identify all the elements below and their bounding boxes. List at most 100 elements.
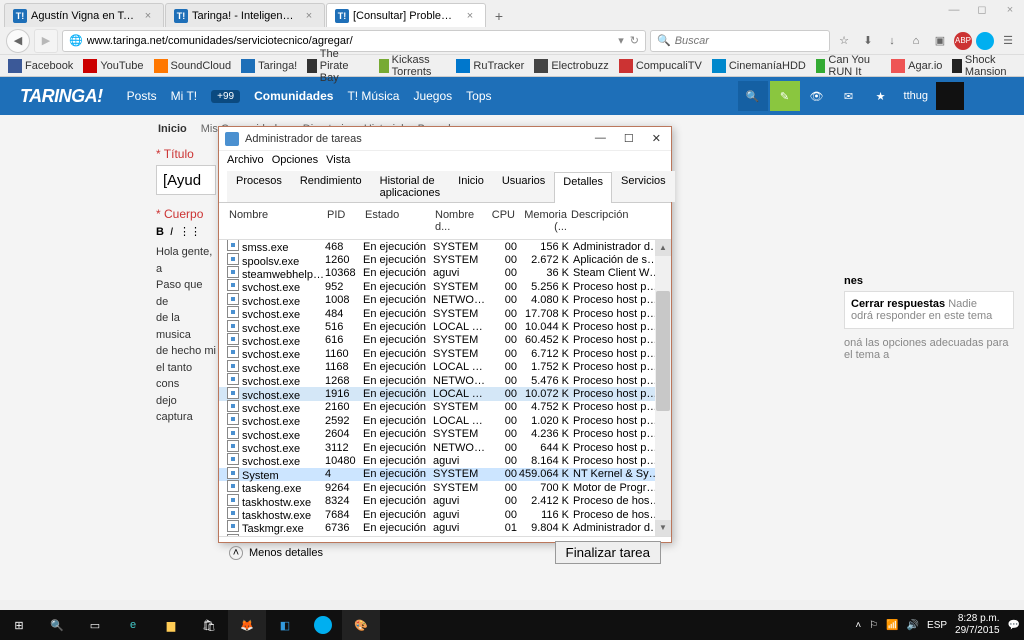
more-icon[interactable]: ⋮⋮ xyxy=(179,225,201,238)
process-row[interactable]: spoolsv.exe1260En ejecuciónSYSTEM002.672… xyxy=(219,253,671,266)
col-cpu[interactable]: CPU xyxy=(489,207,517,235)
bookmark-item[interactable]: The Pirate Bay xyxy=(307,48,369,84)
tm-tab[interactable]: Usuarios xyxy=(493,171,554,202)
col-mem[interactable]: Memoria (... xyxy=(517,207,569,235)
process-row[interactable]: svchost.exe3112En ejecuciónNETWORK...006… xyxy=(219,441,671,454)
col-pid[interactable]: PID xyxy=(325,207,363,235)
end-task-button[interactable]: Finalizar tarea xyxy=(555,541,661,564)
search-bar[interactable]: 🔍 xyxy=(650,30,830,52)
process-row[interactable]: smss.exe468En ejecuciónSYSTEM00156 KAdmi… xyxy=(219,240,671,253)
adblock-icon[interactable]: ABP xyxy=(954,32,972,50)
process-row[interactable]: svchost.exe2160En ejecuciónSYSTEM004.752… xyxy=(219,401,671,414)
bookmark-item[interactable]: Facebook xyxy=(8,59,73,73)
close-icon[interactable]: × xyxy=(302,9,316,23)
process-row[interactable]: svchost.exe952En ejecuciónSYSTEM005.256 … xyxy=(219,280,671,293)
process-row[interactable]: TurboVHelp.exe1520En ejecuciónaguvi001.1… xyxy=(219,535,671,536)
bookmark-item[interactable]: CinemaníaHDD xyxy=(712,59,806,73)
bookmark-item[interactable]: YouTube xyxy=(83,59,143,73)
process-row[interactable]: svchost.exe1160En ejecuciónSYSTEM006.712… xyxy=(219,347,671,360)
body-text[interactable]: Hola gente, a Paso que de de la musica d… xyxy=(156,244,216,426)
col-user[interactable]: Nombre d... xyxy=(433,207,489,235)
tm-tab[interactable]: Servicios xyxy=(612,171,675,202)
start-button[interactable]: ⊞ xyxy=(0,610,38,640)
nav-musica[interactable]: T! Música xyxy=(347,89,399,103)
bookmark-item[interactable]: RuTracker xyxy=(456,59,524,73)
tm-tab[interactable]: Procesos xyxy=(227,171,291,202)
process-row[interactable]: svchost.exe1168En ejecuciónLOCAL SE...00… xyxy=(219,361,671,374)
avatar[interactable] xyxy=(936,82,964,110)
site-logo[interactable]: TARINGA! xyxy=(20,86,103,107)
reload-icon[interactable]: ↻ xyxy=(630,34,639,47)
taskview-icon[interactable]: ▭ xyxy=(76,610,114,640)
url-input[interactable] xyxy=(87,35,619,47)
bookmark-item[interactable]: Electrobuzz xyxy=(534,59,608,73)
bookmark-item[interactable]: Can You RUN It xyxy=(816,54,881,78)
skype-icon[interactable] xyxy=(976,32,994,50)
screenshot-icon[interactable]: ▣ xyxy=(930,31,950,51)
site-create-button[interactable]: ✎ xyxy=(770,81,800,111)
process-row[interactable]: Taskmgr.exe6736En ejecuciónaguvi019.804 … xyxy=(219,521,671,534)
explorer-icon[interactable]: ▆ xyxy=(152,610,190,640)
site-username[interactable]: tthug xyxy=(904,90,928,102)
process-row[interactable]: svchost.exe10480En ejecuciónaguvi008.164… xyxy=(219,454,671,467)
browser-tab[interactable]: T! Taringa! - Inteligencia cole... × xyxy=(165,3,325,27)
bookmark-item[interactable]: Shock Mansion xyxy=(952,54,1016,78)
tm-tab[interactable]: Rendimiento xyxy=(291,171,371,202)
nav-comunidades[interactable]: Comunidades xyxy=(254,89,333,103)
site-star-icon[interactable]: ★ xyxy=(866,81,896,111)
tray-notifications-icon[interactable]: 💬 xyxy=(1008,620,1020,631)
tm-menu-item[interactable]: Archivo xyxy=(227,154,264,166)
process-row[interactable]: svchost.exe1008En ejecuciónNETWORK...004… xyxy=(219,294,671,307)
bold-button[interactable]: B xyxy=(156,226,164,238)
bookmark-icon[interactable]: ☆ xyxy=(834,31,854,51)
process-row[interactable]: svchost.exe1916En ejecuciónLOCAL SE...00… xyxy=(219,387,671,400)
tray-network-icon[interactable]: 📶 xyxy=(886,620,898,631)
process-row[interactable]: taskhostw.exe7684En ejecuciónaguvi00116 … xyxy=(219,508,671,521)
close-icon[interactable]: × xyxy=(463,9,477,23)
close-button[interactable]: × xyxy=(996,0,1024,20)
process-row[interactable]: steamwebhelper.exe10368En ejecuciónaguvi… xyxy=(219,267,671,280)
back-button[interactable]: ◀ xyxy=(6,29,30,53)
forward-button[interactable]: ▶ xyxy=(34,29,58,53)
col-name[interactable]: Nombre xyxy=(227,207,325,235)
col-desc[interactable]: Descripción xyxy=(569,207,663,235)
process-row[interactable]: svchost.exe2592En ejecuciónLOCAL SE...00… xyxy=(219,414,671,427)
process-row[interactable]: svchost.exe2604En ejecuciónSYSTEM004.236… xyxy=(219,427,671,440)
tray-flag-icon[interactable]: ⚐ xyxy=(869,620,878,631)
process-row[interactable]: svchost.exe616En ejecuciónSYSTEM0060.452… xyxy=(219,334,671,347)
bookmark-item[interactable]: Kickass Torrents xyxy=(379,54,446,78)
tm-scrollbar[interactable]: ▲ ▼ xyxy=(655,240,671,536)
bookmark-item[interactable]: Taringa! xyxy=(241,59,297,73)
search-input[interactable] xyxy=(675,35,823,47)
skype-icon[interactable] xyxy=(304,610,342,640)
site-view-icon[interactable]: 👁 xyxy=(802,81,832,111)
process-row[interactable]: svchost.exe1268En ejecuciónNETWORK...005… xyxy=(219,374,671,387)
maximize-button[interactable]: ◻ xyxy=(968,0,996,20)
process-row[interactable]: System4En ejecuciónSYSTEM00459.064 KNT K… xyxy=(219,468,671,481)
close-icon[interactable]: ✕ xyxy=(652,132,661,145)
tm-less-details[interactable]: Menos detalles xyxy=(249,547,323,559)
nav-count[interactable]: +99 xyxy=(211,90,240,103)
minimize-button[interactable]: — xyxy=(940,0,968,20)
pocket-icon[interactable]: ⬇ xyxy=(858,31,878,51)
process-row[interactable]: taskhostw.exe8324En ejecuciónaguvi002.41… xyxy=(219,494,671,507)
browser-tab[interactable]: T! [Consultar] Problema al ac... × xyxy=(326,3,486,27)
minimize-icon[interactable]: — xyxy=(595,132,606,145)
devtools-icon[interactable]: ◧ xyxy=(266,610,304,640)
browser-tab[interactable]: T! Agustín Vigna en Taringa! × xyxy=(4,3,164,27)
tm-tab[interactable]: Historial de aplicaciones xyxy=(371,171,450,202)
tray-clock[interactable]: 8:28 p.m. 29/7/2015 xyxy=(955,613,1000,637)
scroll-up-icon[interactable]: ▲ xyxy=(655,240,671,256)
close-icon[interactable]: × xyxy=(141,9,155,23)
nav-tops[interactable]: Tops xyxy=(466,89,491,103)
tm-menu-item[interactable]: Vista xyxy=(326,154,350,166)
subnav-item[interactable]: Inicio xyxy=(158,123,187,135)
scroll-down-icon[interactable]: ▼ xyxy=(655,520,671,536)
collapse-icon[interactable]: ˄ xyxy=(229,546,243,560)
scroll-thumb[interactable] xyxy=(656,291,670,411)
nav-juegos[interactable]: Juegos xyxy=(413,89,452,103)
download-icon[interactable]: ↓ xyxy=(882,31,902,51)
paint-icon[interactable]: 🎨 xyxy=(342,610,380,640)
italic-button[interactable]: I xyxy=(170,226,173,238)
tray-language[interactable]: ESP xyxy=(927,620,947,631)
